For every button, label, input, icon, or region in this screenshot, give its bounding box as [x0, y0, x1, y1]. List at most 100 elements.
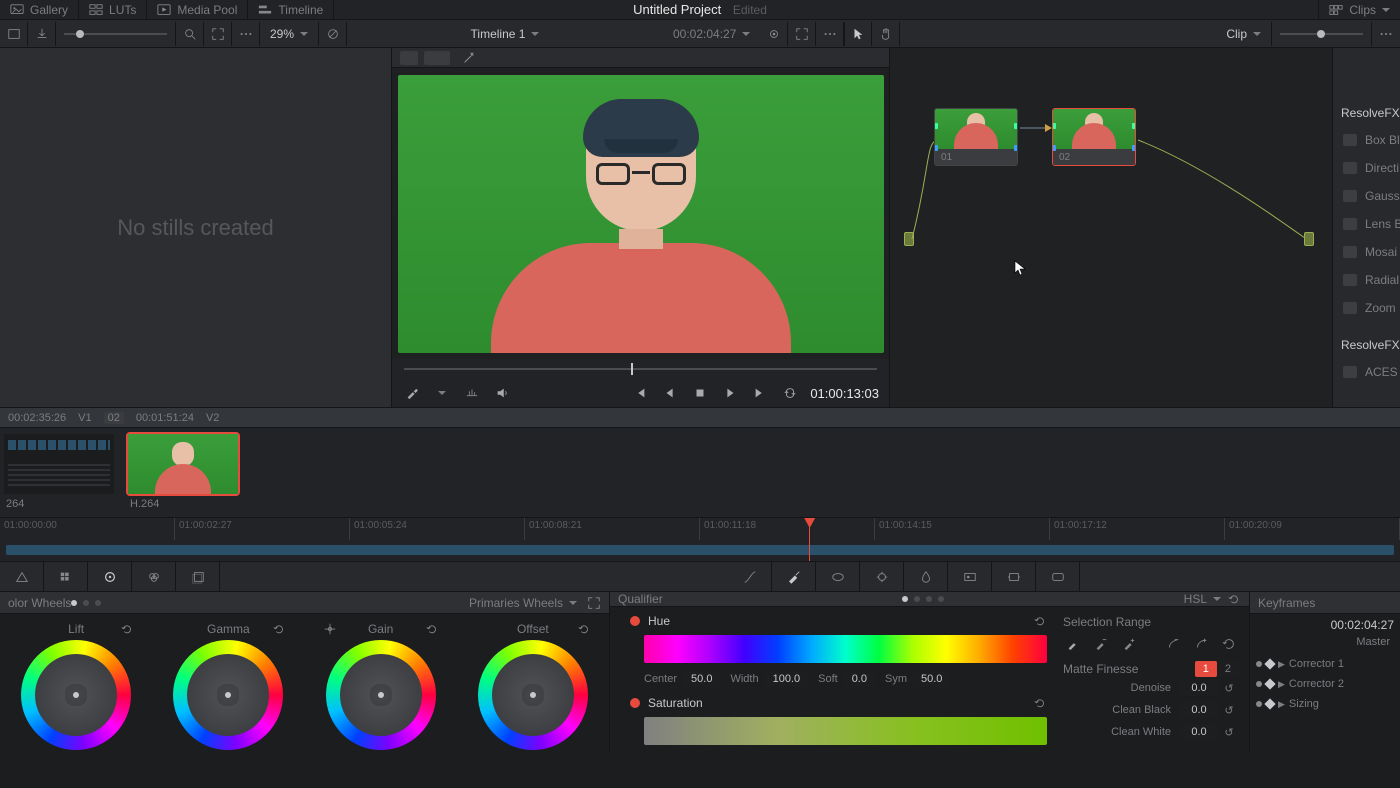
- reset-icon[interactable]: ↺: [1219, 726, 1239, 739]
- reset-sat-icon[interactable]: [1033, 696, 1047, 710]
- expand-button[interactable]: [204, 22, 232, 46]
- timeline-track[interactable]: [6, 545, 1394, 555]
- picker-icon[interactable]: [1063, 635, 1083, 653]
- play-button[interactable]: [720, 383, 740, 403]
- bypass-button[interactable]: [319, 22, 347, 46]
- hue-width-value[interactable]: 100.0: [765, 671, 809, 687]
- saturation-strip[interactable]: [644, 717, 1047, 745]
- tab-gallery[interactable]: Gallery: [0, 0, 79, 20]
- color-checker-button[interactable]: [44, 562, 88, 592]
- reset-icon[interactable]: [272, 622, 286, 636]
- curves-button[interactable]: [728, 562, 772, 592]
- expand-panel-icon[interactable]: [587, 596, 601, 610]
- hue-center-value[interactable]: 50.0: [683, 671, 720, 687]
- node-02[interactable]: 02: [1052, 108, 1136, 166]
- matte-value[interactable]: 0.0: [1179, 680, 1219, 696]
- viewer-options-button[interactable]: [816, 22, 844, 46]
- auto-balance-icon[interactable]: [323, 622, 337, 636]
- hue-soft-value[interactable]: 0.0: [844, 671, 875, 687]
- magic-wand-icon[interactable]: [462, 51, 476, 65]
- sat-enable-toggle[interactable]: [630, 698, 640, 708]
- color-wheel-offset[interactable]: Offset: [459, 618, 607, 752]
- sizing-button[interactable]: [992, 562, 1036, 592]
- keyframe-track[interactable]: ▶Sizing: [1256, 694, 1394, 714]
- color-wheels-button[interactable]: [88, 562, 132, 592]
- tracker-button[interactable]: [860, 562, 904, 592]
- keyframe-track[interactable]: ▶Corrector 1: [1256, 654, 1394, 674]
- node-mode-dropdown[interactable]: Clip: [1216, 22, 1272, 46]
- pointer-tool[interactable]: [844, 22, 872, 46]
- eyedropper-button[interactable]: [402, 383, 422, 403]
- timeline-selector[interactable]: Timeline 1: [461, 22, 550, 46]
- stop-button[interactable]: [690, 383, 710, 403]
- first-frame-button[interactable]: [630, 383, 650, 403]
- picker-subtract-icon[interactable]: [1091, 635, 1111, 653]
- color-wheel-lift[interactable]: Lift: [2, 618, 150, 752]
- color-wheel-gain[interactable]: Gain: [307, 618, 455, 752]
- fx-item[interactable]: Radial: [1333, 266, 1400, 294]
- options-button[interactable]: [232, 22, 260, 46]
- matte-value[interactable]: 0.0: [1179, 702, 1219, 718]
- fx-item[interactable]: Gaussi: [1333, 182, 1400, 210]
- qualifier-button[interactable]: [772, 562, 816, 592]
- reset-icon[interactable]: [120, 622, 134, 636]
- viewer-scrubber[interactable]: [392, 359, 889, 379]
- fx-item[interactable]: Mosai: [1333, 238, 1400, 266]
- viewer-timecode[interactable]: 00:02:04:27: [663, 22, 760, 46]
- picker-add-icon[interactable]: [1119, 635, 1139, 653]
- tab-luts[interactable]: LUTs: [79, 0, 147, 20]
- reset-hue-icon[interactable]: [1033, 614, 1047, 628]
- keyframe-track[interactable]: ▶Corrector 2: [1256, 674, 1394, 694]
- grab-still-button[interactable]: [0, 22, 28, 46]
- clip-thumbnail[interactable]: 264: [4, 434, 114, 511]
- thumbnail-size-slider[interactable]: [56, 22, 176, 46]
- 3d-button[interactable]: [1036, 562, 1080, 592]
- motion-effects-button[interactable]: [176, 562, 220, 592]
- reset-icon[interactable]: ↺: [1219, 682, 1239, 695]
- qualifier-mode-dropdown[interactable]: HSL: [1184, 592, 1207, 606]
- mini-timeline[interactable]: 01:00:00:0001:00:02:2701:00:05:2401:00:0…: [0, 518, 1400, 562]
- camera-raw-button[interactable]: [0, 562, 44, 592]
- tab-clips[interactable]: Clips: [1318, 0, 1400, 20]
- unmix-button[interactable]: [462, 383, 482, 403]
- blur-button[interactable]: [904, 562, 948, 592]
- fullscreen-button[interactable]: [788, 22, 816, 46]
- fx-item[interactable]: Box Bl: [1333, 126, 1400, 154]
- matte-tab-2[interactable]: 2: [1217, 661, 1239, 677]
- matte-tab-1[interactable]: 1: [1195, 661, 1217, 677]
- window-button[interactable]: [816, 562, 860, 592]
- node-graph[interactable]: 01 02 ResolveFX Bl Box BlDirectiGaussiLe…: [890, 48, 1400, 407]
- pan-tool[interactable]: [872, 22, 900, 46]
- clip-thumbnail[interactable]: H.264: [128, 434, 238, 511]
- reset-icon[interactable]: ↺: [1219, 704, 1239, 717]
- invert-selection-icon[interactable]: [1219, 635, 1239, 653]
- eyedropper-dropdown[interactable]: [432, 383, 452, 403]
- node-01[interactable]: 01: [934, 108, 1018, 166]
- fx-item[interactable]: Lens B: [1333, 210, 1400, 238]
- feather-add-icon[interactable]: [1191, 635, 1211, 653]
- key-button[interactable]: [948, 562, 992, 592]
- node-options-button[interactable]: [1372, 22, 1400, 46]
- mute-button[interactable]: [492, 383, 512, 403]
- highlight-button[interactable]: [760, 22, 788, 46]
- fx-item[interactable]: Zoom: [1333, 294, 1400, 322]
- reset-icon[interactable]: [425, 622, 439, 636]
- feather-subtract-icon[interactable]: [1164, 635, 1184, 653]
- reset-qualifier-icon[interactable]: [1227, 592, 1241, 606]
- viewer-mode-left-icon[interactable]: [400, 51, 418, 65]
- fx-item[interactable]: Directi: [1333, 154, 1400, 182]
- viewer-mode-dual-icon[interactable]: [424, 51, 450, 65]
- matte-value[interactable]: 0.0: [1179, 724, 1219, 740]
- viewer-image[interactable]: [392, 68, 889, 359]
- zoom-dropdown[interactable]: 29%: [260, 22, 319, 46]
- reset-icon[interactable]: [577, 622, 591, 636]
- hue-enable-toggle[interactable]: [630, 616, 640, 626]
- hue-strip[interactable]: [644, 635, 1047, 663]
- timeline-playhead[interactable]: [809, 518, 810, 561]
- color-wheel-gamma[interactable]: Gamma: [154, 618, 302, 752]
- export-still-button[interactable]: [28, 22, 56, 46]
- wheels-mode-dropdown[interactable]: Primaries Wheels: [469, 596, 563, 610]
- matte-finesse-tabs[interactable]: 1 2: [1195, 661, 1239, 677]
- rgb-mixer-button[interactable]: [132, 562, 176, 592]
- tab-timeline[interactable]: Timeline: [248, 0, 334, 20]
